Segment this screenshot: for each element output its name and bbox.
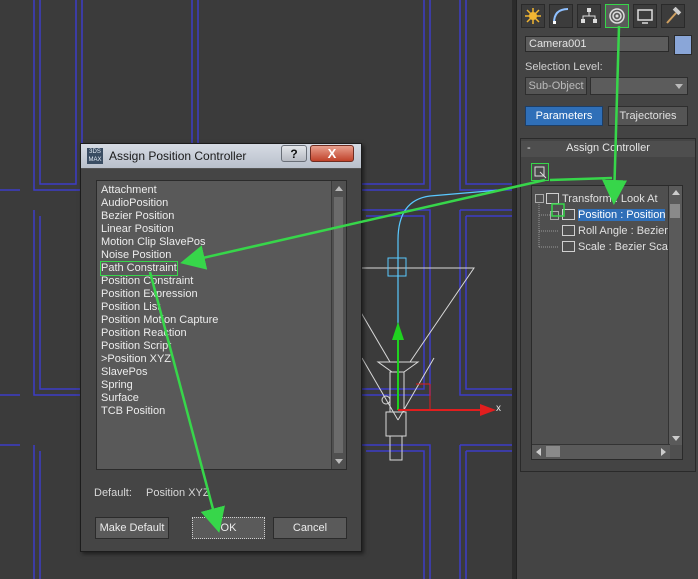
controller-tree[interactable]: Transform : Look At Position : Position …: [531, 185, 683, 460]
tab-create[interactable]: [521, 4, 545, 28]
help-button[interactable]: ?: [281, 145, 307, 162]
object-color-swatch[interactable]: [674, 35, 692, 55]
dialog-title-bar[interactable]: 3DS MAX Assign Position Controller ? X: [81, 144, 361, 169]
list-item[interactable]: SlavePos: [101, 366, 147, 379]
app-logo-icon: 3DS MAX: [87, 148, 103, 164]
sub-object-dropdown[interactable]: [590, 77, 688, 95]
scrollbar-thumb[interactable]: [334, 197, 343, 453]
display-icon: [637, 9, 653, 24]
selection-level-label: Selection Level:: [525, 61, 603, 73]
tree-row-label: Transform : Look At: [562, 193, 658, 205]
modify-curve-icon: [553, 8, 569, 24]
list-item[interactable]: Linear Position: [101, 223, 174, 236]
default-label: Default:: [94, 487, 132, 499]
hierarchy-icon: [581, 8, 597, 23]
tab-utilities[interactable]: [661, 4, 685, 28]
parameters-button[interactable]: Parameters: [525, 106, 603, 126]
rollout-title: Assign Controller: [566, 142, 650, 154]
list-item[interactable]: Bezier Position: [101, 210, 174, 223]
create-star-icon: [525, 8, 541, 24]
tree-row-label: Scale : Bezier Sca: [578, 241, 668, 253]
list-item[interactable]: AudioPosition: [101, 197, 168, 210]
tree-vertical-scrollbar[interactable]: [668, 186, 682, 445]
collapse-icon: -: [527, 142, 531, 154]
trajectories-button[interactable]: Trajectories: [608, 106, 688, 126]
tab-display[interactable]: [633, 4, 657, 28]
rollout-header[interactable]: - Assign Controller: [521, 141, 695, 157]
assign-controller-icon: [534, 166, 547, 179]
list-item[interactable]: >Position XYZ: [101, 353, 171, 366]
tree-row-label: Roll Angle : Bezier: [578, 225, 668, 237]
list-item[interactable]: Motion Clip SlavePos: [101, 236, 206, 249]
list-item[interactable]: Position Expression: [101, 288, 198, 301]
list-item[interactable]: Path Constraint: [100, 261, 178, 276]
axis-x-label: x: [496, 403, 501, 414]
close-button[interactable]: X: [310, 145, 354, 162]
list-item[interactable]: TCB Position: [101, 405, 165, 418]
list-item[interactable]: Attachment: [101, 184, 157, 197]
tree-row[interactable]: Transform : Look At: [546, 192, 658, 206]
tab-hierarchy[interactable]: [577, 4, 601, 28]
controller-icon: [562, 241, 575, 252]
controller-icon: [562, 209, 575, 220]
tree-row[interactable]: Roll Angle : Bezier: [562, 224, 668, 238]
assign-controller-rollout: - Assign Controller Transform : Look At: [520, 138, 696, 472]
tree-row[interactable]: Scale : Bezier Sca: [562, 240, 668, 254]
list-item[interactable]: Position Script: [101, 340, 171, 353]
scrollbar-thumb[interactable]: [546, 446, 560, 457]
controller-list[interactable]: Attachment AudioPosition Bezier Position Li…: [96, 180, 347, 470]
utilities-hammer-icon: [666, 7, 682, 24]
list-item[interactable]: Position Constraint: [101, 275, 193, 288]
chevron-down-icon: [675, 84, 683, 89]
list-item[interactable]: Position Motion Capture: [101, 314, 218, 327]
ok-button[interactable]: OK: [192, 517, 265, 539]
tab-motion[interactable]: [605, 4, 629, 28]
tab-modify[interactable]: [549, 4, 573, 28]
assign-position-controller-dialog: 3DS MAX Assign Position Controller ? X A…: [80, 143, 362, 552]
list-item[interactable]: Noise Position: [101, 249, 171, 262]
list-item[interactable]: Surface: [101, 392, 139, 405]
scroll-up-icon: [335, 186, 343, 191]
controller-icon: [546, 193, 559, 204]
dialog-title: Assign Position Controller: [109, 149, 247, 163]
command-panel: Camera001 Selection Level: Sub-Object Pa…: [516, 0, 698, 579]
motion-icon: [609, 8, 625, 24]
command-panel-tabs: [517, 4, 698, 30]
tree-row-label: Position : Position: [578, 209, 666, 221]
tree-collapse-icon[interactable]: [535, 194, 544, 203]
object-name-field[interactable]: Camera001: [525, 36, 669, 52]
scroll-down-icon: [672, 436, 680, 441]
tree-expand-icon[interactable]: [550, 211, 559, 220]
list-vertical-scrollbar[interactable]: [331, 181, 346, 469]
assign-controller-button[interactable]: [531, 163, 549, 181]
scroll-right-icon: [661, 448, 666, 456]
scroll-left-icon: [536, 448, 541, 456]
tree-horizontal-scrollbar[interactable]: [532, 444, 670, 459]
scrollbar-thumb[interactable]: [670, 204, 680, 218]
default-value: Position XYZ: [146, 487, 210, 499]
list-item[interactable]: Position List: [101, 301, 160, 314]
scroll-up-icon: [672, 190, 680, 195]
sub-object-button[interactable]: Sub-Object: [525, 77, 587, 95]
cancel-button[interactable]: Cancel: [273, 517, 347, 539]
list-item[interactable]: Position Reaction: [101, 327, 187, 340]
tree-row[interactable]: Position : Position: [562, 208, 666, 222]
scroll-down-icon: [335, 459, 343, 464]
list-item[interactable]: Spring: [101, 379, 133, 392]
controller-icon: [562, 225, 575, 236]
make-default-button[interactable]: Make Default: [95, 517, 169, 539]
